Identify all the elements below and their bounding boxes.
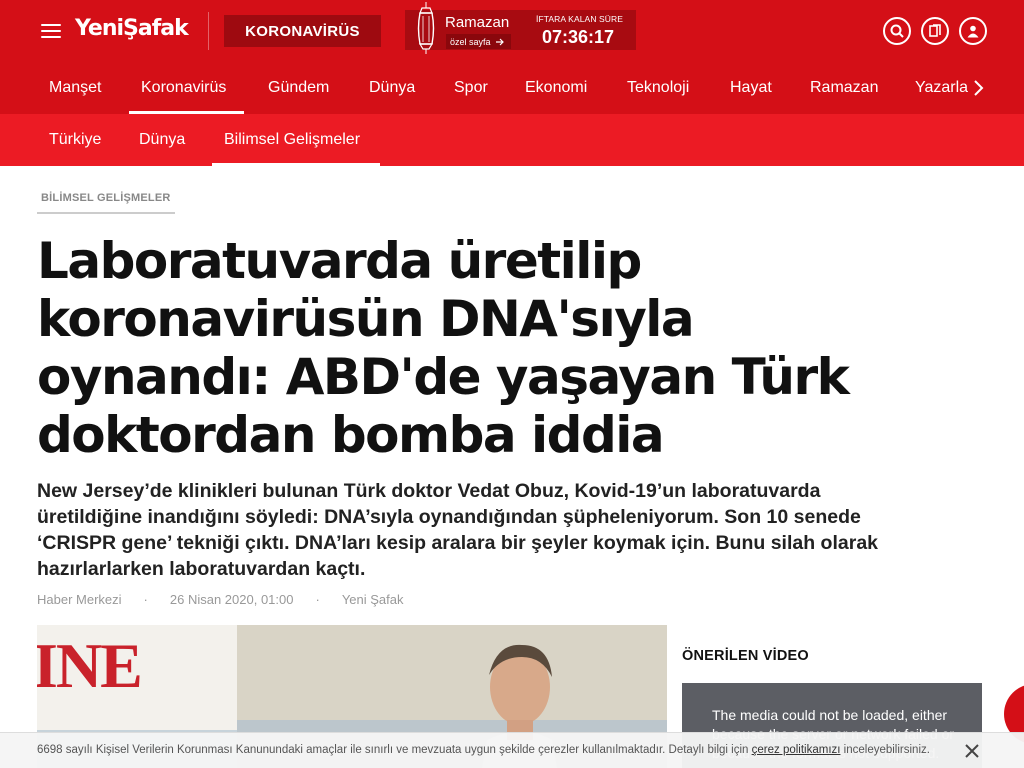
article-headline: Laboratuvarda üretilip koronavirüsün DNA… <box>37 232 850 464</box>
cookie-consent-bar: 6698 sayılı Kişisel Verilerin Korunması … <box>0 732 1024 768</box>
ozel-sayfa-label: özel sayfa <box>450 36 491 47</box>
active-subnav-indicator <box>212 163 380 166</box>
nav-item-koronavirus[interactable]: Koronavirüs <box>141 62 226 114</box>
nav-item-ramazan[interactable]: Ramazan <box>810 62 878 114</box>
main-navigation: Manşet Koronavirüs Gündem Dünya Spor Eko… <box>0 62 1024 114</box>
cookie-text-part: inceleyebilirsiniz. <box>840 744 930 756</box>
top-bar: YeniŞafak KORONAVİRÜS Ramazan özel sayfa… <box>0 0 1024 62</box>
nav-item-spor[interactable]: Spor <box>454 62 488 114</box>
separator-dot: · <box>143 592 148 607</box>
category-tag[interactable]: BİLİMSEL GELİŞMELER <box>37 192 175 214</box>
iftar-label: İFTARA KALAN SÜRE <box>536 14 624 24</box>
lantern-icon <box>417 2 435 54</box>
subnav-item-bilimsel-gelismeler[interactable]: Bilimsel Gelişmeler <box>224 114 360 166</box>
sub-navigation: Türkiye Dünya Bilimsel Gelişmeler <box>0 114 1024 166</box>
nav-item-yazarlar[interactable]: Yazarlar <box>915 62 973 114</box>
search-icon[interactable] <box>883 17 911 45</box>
article-meta: Haber Merkezi · 26 Nisan 2020, 01:00 · Y… <box>37 592 404 607</box>
arrow-right-icon <box>495 38 504 45</box>
cookie-text: 6698 sayılı Kişisel Verilerin Korunması … <box>37 744 930 756</box>
ozel-sayfa-link[interactable]: özel sayfa <box>446 34 511 49</box>
ramazan-title: Ramazan <box>445 14 510 31</box>
article-date: 26 Nisan 2020, 01:00 <box>169 592 294 607</box>
separator-dot: · <box>315 592 320 607</box>
article-summary: New Jersey’de klinikleri bulunan Türk do… <box>37 480 879 580</box>
hamburger-menu-icon[interactable] <box>41 24 61 39</box>
cookie-text-part: 6698 sayılı Kişisel Verilerin Korunması … <box>37 744 752 756</box>
nav-item-hayat[interactable]: Hayat <box>730 62 772 114</box>
chevron-right-icon[interactable] <box>968 78 988 98</box>
divider <box>208 12 209 50</box>
cookie-policy-link[interactable]: çerez politikamızı <box>752 744 841 756</box>
subnav-item-dunya[interactable]: Dünya <box>139 114 185 166</box>
site-logo[interactable]: YeniŞafak <box>75 16 189 41</box>
recommended-video-title: ÖNERİLEN VİDEO <box>682 648 809 664</box>
close-icon[interactable] <box>963 742 981 760</box>
nav-item-ekonomi[interactable]: Ekonomi <box>525 62 587 114</box>
user-icon[interactable] <box>959 17 987 45</box>
sign-text: INE <box>37 630 141 701</box>
nav-item-gundem[interactable]: Gündem <box>268 62 329 114</box>
article-author: Haber Merkezi <box>37 592 122 607</box>
subnav-item-turkiye[interactable]: Türkiye <box>49 114 101 166</box>
nav-item-dunya[interactable]: Dünya <box>369 62 415 114</box>
koronavirus-button[interactable]: KORONAVİRÜS <box>224 15 381 47</box>
nav-item-teknoloji[interactable]: Teknoloji <box>627 62 689 114</box>
iftar-countdown: 07:36:17 <box>542 27 615 47</box>
bookmark-icon[interactable] <box>921 17 949 45</box>
article-source: Yeni Şafak <box>341 592 404 607</box>
nav-item-manset[interactable]: Manşet <box>49 62 101 114</box>
